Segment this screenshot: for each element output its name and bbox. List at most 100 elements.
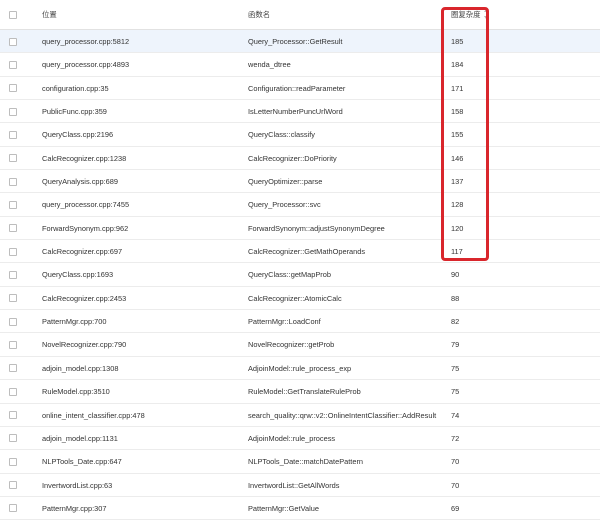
cell-function: CalcRecognizer::AtomicCalc [248,293,342,303]
cell-location: QueryClass.cpp:1693 [42,270,114,280]
cell-function: NLPTools_Date::matchDatePattern [248,457,364,467]
cell-complexity: 79 [451,340,460,350]
table-row[interactable]: NovelRecognizer.cpp:790 NovelRecognizer::… [0,333,600,357]
cell-location: adjoin_model.cpp:1131 [42,433,118,443]
cell-function: QueryClass::getMapProb [248,270,331,280]
cell-location: CalcRecognizer.cpp:697 [42,247,123,257]
column-header-function[interactable]: 函数名 [248,0,270,30]
complexity-table: 位置 函数名 圈复杂度 query_processor.cpp:5812 Quer… [0,0,600,520]
row-checkbox[interactable] [9,340,17,349]
cell-complexity: 158 [451,107,464,117]
cell-location: query_processor.cpp:4893 [42,60,130,70]
column-header-complexity-label: 圈复杂度 [451,10,481,19]
cell-complexity: 88 [451,293,460,303]
row-checkbox[interactable] [9,37,17,46]
cell-complexity: 155 [451,130,464,140]
row-checkbox[interactable] [9,387,17,396]
row-checkbox[interactable] [9,294,17,303]
cell-function: QueryClass::classify [248,130,315,140]
row-checkbox[interactable] [9,434,17,443]
table-row[interactable]: CalcRecognizer.cpp:1238 CalcRecognizer::D… [0,147,600,171]
cell-function: CalcRecognizer::DoPriority [248,153,337,163]
cell-complexity: 82 [451,317,460,327]
cell-complexity: 74 [451,410,460,420]
cell-complexity: 69 [451,503,460,513]
cell-complexity: 146 [451,153,464,163]
cell-function: InvertwordList::GetAllWords [248,480,340,490]
row-checkbox[interactable] [9,481,17,490]
row-checkbox[interactable] [9,317,17,326]
column-header-location[interactable]: 位置 [42,0,57,30]
table-row[interactable]: ForwardSynonym.cpp:962 ForwardSynonym::ad… [0,217,600,241]
cell-function: IsLetterNumberPuncUrlWord [248,107,343,117]
cell-complexity: 70 [451,457,460,467]
row-checkbox[interactable] [9,154,17,163]
cell-location: query_processor.cpp:5812 [42,37,130,46]
cell-complexity: 171 [451,83,464,93]
cell-location: QueryClass.cpp:2196 [42,130,114,140]
cell-complexity: 117 [451,247,463,257]
cell-location: query_processor.cpp:7455 [42,200,130,210]
row-checkbox[interactable] [9,411,17,419]
table-row[interactable]: query_processor.cpp:4893 wenda_dtree 184 [0,53,600,77]
cell-function: QueryOptimizer::parse [248,177,323,187]
table-row[interactable]: configuration.cpp:35 Configuration::readP… [0,77,600,101]
table-row[interactable]: NLPTools_Date.cpp:647 NLPTools_Date::matc… [0,450,600,474]
cell-function: AdjoinModel::rule_process_exp [248,363,352,373]
cell-location: CalcRecognizer.cpp:2453 [42,293,127,303]
row-checkbox[interactable] [9,60,17,69]
table-row[interactable]: adjoin_model.cpp:1308 AdjoinModel::rule_p… [0,357,600,381]
cell-complexity: 75 [451,387,460,397]
table-row[interactable]: CalcRecognizer.cpp:697 CalcRecognizer::Ge… [0,240,600,264]
cell-function: CalcRecognizer::GetMathOperands [248,247,366,257]
sort-icon[interactable] [484,9,490,20]
row-checkbox[interactable] [9,84,17,93]
cell-function: NovelRecognizer::getProb [248,340,335,350]
row-checkbox[interactable] [9,247,17,256]
row-checkbox[interactable] [9,177,17,186]
table-body: query_processor.cpp:5812 Query_Processor:… [0,30,600,520]
row-checkbox[interactable] [9,270,17,279]
cell-complexity: 137 [451,177,464,187]
row-checkbox[interactable] [9,107,17,116]
cell-function: wenda_dtree [248,60,291,70]
table-row[interactable]: PatternMgr.cpp:307 PatternMgr::GetValue 69 [0,497,600,520]
row-checkbox[interactable] [9,457,17,466]
table-row[interactable]: RuleModel.cpp:3510 RuleModel::GetTranslat… [0,380,600,404]
cell-function: ForwardSynonym::adjustSynonymDegree [248,223,385,233]
cell-location: NLPTools_Date.cpp:647 [42,457,122,467]
table-row[interactable]: PublicFunc.cpp:359 IsLetterNumberPuncUrlW… [0,100,600,124]
cell-function: PatternMgr::GetValue [248,503,319,513]
table-row[interactable]: InvertwordList.cpp:63 InvertwordList::Get… [0,474,600,497]
cell-location: ForwardSynonym.cpp:962 [42,223,129,233]
cell-complexity: 72 [451,433,460,443]
cell-complexity: 128 [451,200,464,210]
cell-complexity: 185 [451,37,464,46]
table-row[interactable]: QueryClass.cpp:1693 QueryClass::getMapPro… [0,263,600,287]
select-all-checkbox[interactable] [9,11,17,19]
cell-location: CalcRecognizer.cpp:1238 [42,153,127,163]
table-header: 位置 函数名 圈复杂度 [0,0,600,30]
cell-location: InvertwordList.cpp:63 [42,480,113,490]
cell-function: AdjoinModel::rule_process [248,433,336,443]
table-row[interactable]: query_processor.cpp:5812 Query_Processor:… [0,30,600,54]
cell-location: online_intent_classifier.cpp:478 [42,410,145,420]
table-row[interactable]: adjoin_model.cpp:1131 AdjoinModel::rule_p… [0,427,600,451]
table-row[interactable]: QueryAnalysis.cpp:689 QueryOptimizer::par… [0,170,600,194]
table-row[interactable]: QueryClass.cpp:2196 QueryClass::classify 1… [0,123,600,147]
table-row[interactable]: query_processor.cpp:7455 Query_Processor:… [0,193,600,217]
cell-location: configuration.cpp:35 [42,83,109,93]
cell-function: Configuration::readParameter [248,83,346,93]
table-row[interactable]: PatternMgr.cpp:700 PatternMgr::LoadConf 82 [0,310,600,334]
row-checkbox[interactable] [9,130,17,139]
cell-complexity: 90 [451,270,460,280]
cell-location: adjoin_model.cpp:1308 [42,363,119,373]
row-checkbox[interactable] [9,364,17,373]
row-checkbox[interactable] [9,504,17,513]
cell-location: NovelRecognizer.cpp:790 [42,340,127,350]
row-checkbox[interactable] [9,200,17,209]
table-row[interactable]: CalcRecognizer.cpp:2453 CalcRecognizer::A… [0,287,600,311]
row-checkbox[interactable] [9,224,17,233]
column-header-complexity[interactable]: 圈复杂度 [451,0,490,30]
table-row[interactable]: online_intent_classifier.cpp:478 search_q… [0,404,600,427]
